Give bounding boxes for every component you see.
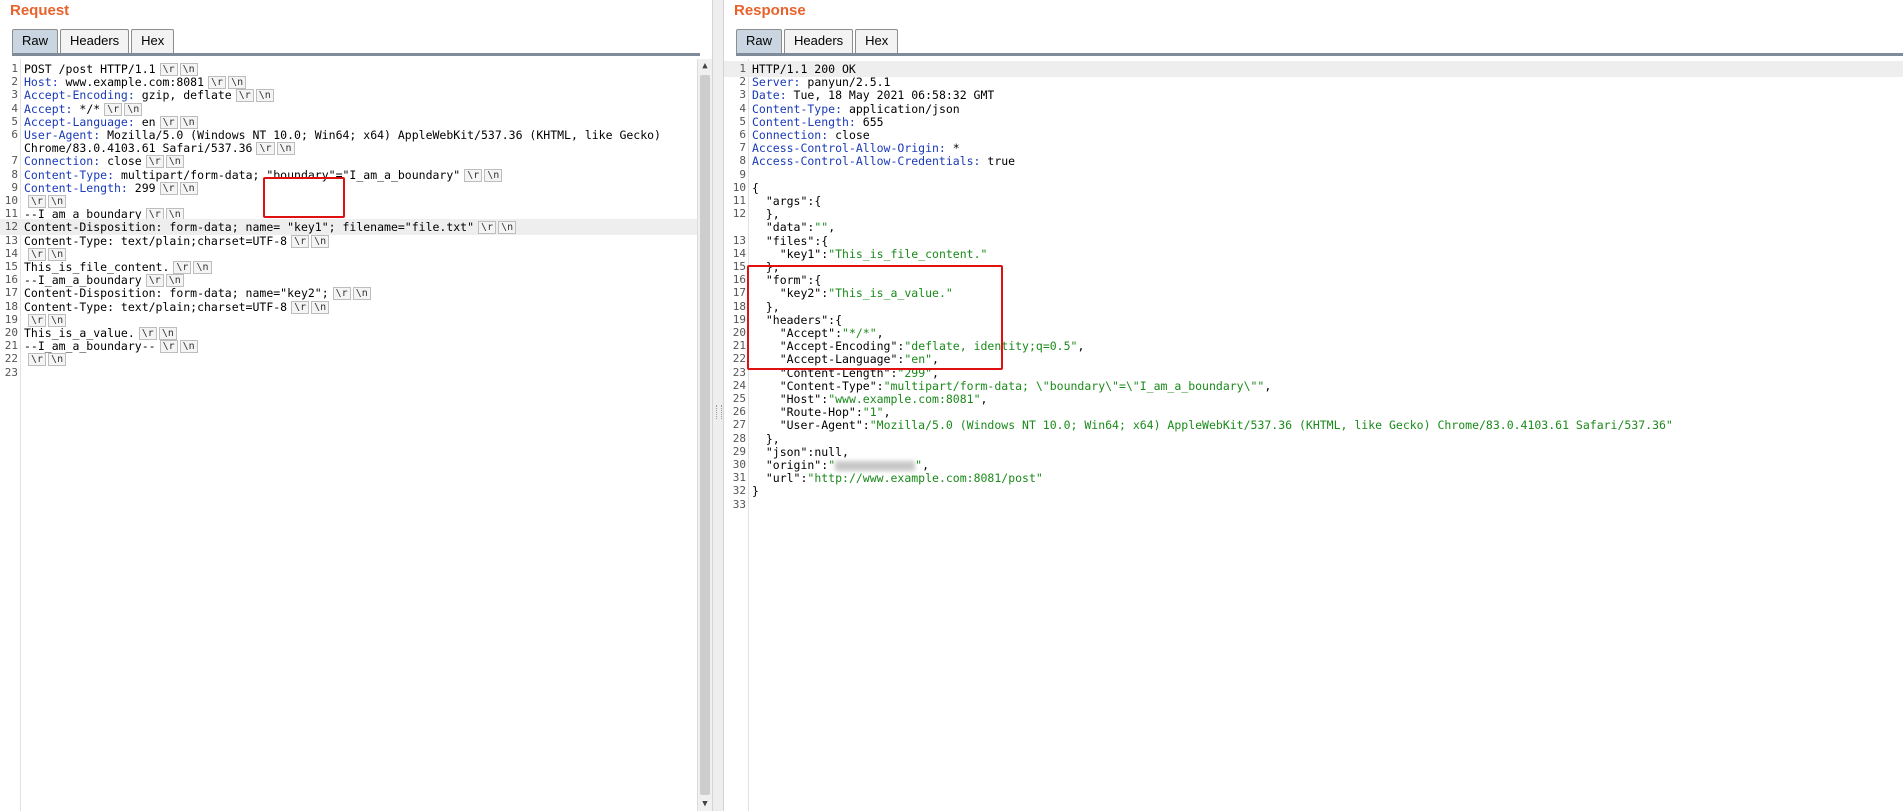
response-title: Response	[734, 2, 806, 19]
response-tabs: Raw Headers Hex	[736, 29, 900, 53]
line-number: 33	[732, 497, 746, 511]
request-line[interactable]: 23	[0, 365, 698, 381]
request-tab-headers[interactable]: Headers	[60, 29, 130, 53]
response-editor[interactable]: 1 HTTP/1.1 200 OK 2 Server: panyun/2.5.1 3 Da…	[724, 59, 1903, 811]
scroll-down-icon[interactable]: ▼	[698, 797, 712, 811]
divider-grip-icon[interactable]	[716, 405, 722, 419]
response-tab-headers[interactable]: Headers	[784, 29, 854, 53]
response-tab-raw[interactable]: Raw	[736, 29, 783, 53]
response-pane: Response Raw Headers Hex 1 HTTP/1.1 200 O…	[724, 0, 1903, 811]
line-number: 23	[4, 365, 18, 379]
request-title: Request	[10, 2, 70, 19]
request-tabs: Raw Headers Hex	[12, 29, 176, 53]
request-editor[interactable]: 1 POST /post HTTP/1.1 \r \n 2 Host: www.examp…	[0, 59, 698, 811]
response-line[interactable]: 33	[724, 497, 1903, 513]
request-tab-underline	[12, 53, 700, 56]
response-tab-hex[interactable]: Hex	[855, 29, 899, 53]
scroll-up-icon[interactable]: ▲	[698, 59, 712, 73]
response-tab-underline	[736, 53, 1903, 56]
redacted-value	[835, 460, 916, 471]
request-pane: Request Raw Headers Hex 1 POST /post HTTP…	[0, 0, 712, 811]
split-divider[interactable]	[712, 0, 724, 811]
request-tab-hex[interactable]: Hex	[131, 29, 175, 53]
request-tab-raw[interactable]: Raw	[12, 29, 59, 53]
request-scrollbar[interactable]: ▲ ▼	[697, 59, 712, 811]
request-scroll-thumb[interactable]	[700, 75, 710, 795]
